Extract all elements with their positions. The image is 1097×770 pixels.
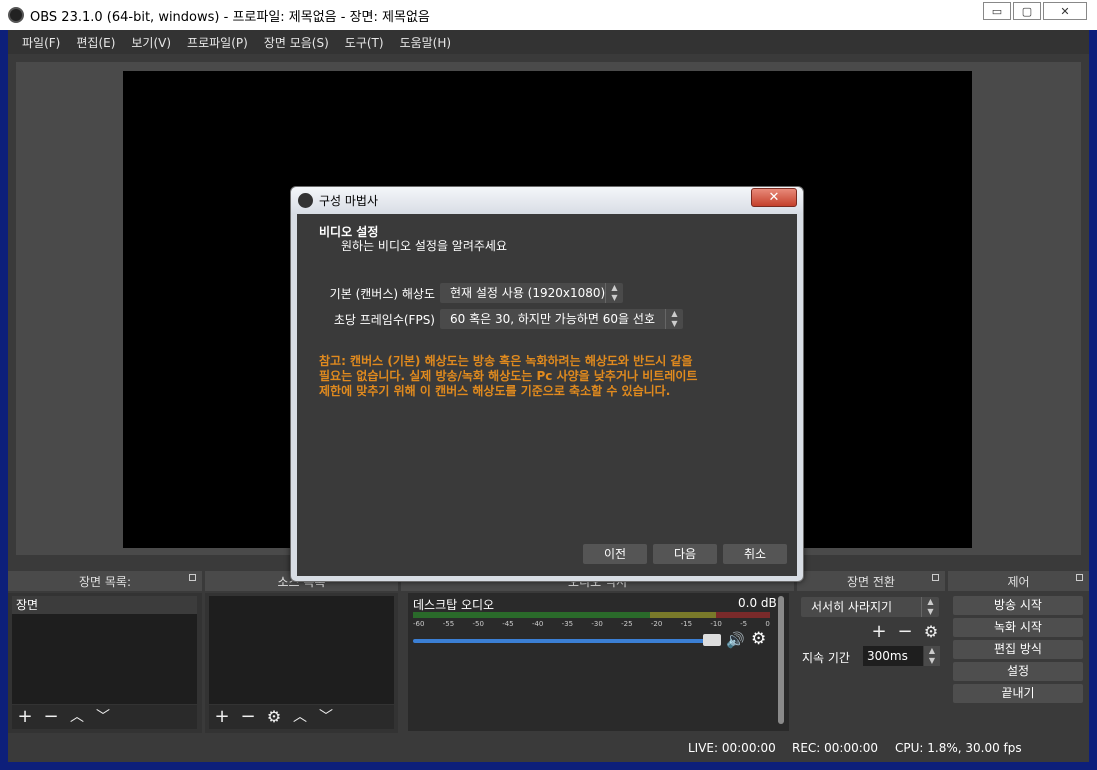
dialog-title: 구성 마법사: [319, 193, 379, 208]
maximize-button[interactable]: ▢: [1013, 2, 1041, 20]
menu-help[interactable]: 도움말(H): [392, 34, 460, 51]
duration-label: 지속 기간: [802, 651, 850, 665]
dialog-close-button[interactable]: ✕: [751, 188, 797, 207]
transitions-dock-title: 장면 전환: [847, 574, 895, 589]
transitions-dock-header: 장면 전환: [797, 571, 945, 591]
menu-bar: 파일(F) 편집(E) 보기(V) 프로파일(P) 장면 모음(S) 도구(T)…: [8, 30, 1089, 54]
status-bar: LIVE: 00:00:00 REC: 00:00:00 CPU: 1.8%, …: [8, 736, 1089, 762]
remove-icon[interactable]: −: [892, 620, 918, 644]
mixer-scrollbar[interactable]: [778, 596, 784, 724]
volume-slider-handle[interactable]: [703, 634, 721, 646]
duration-stepper[interactable]: ▲ ▼: [924, 646, 940, 666]
obs-logo-icon: [8, 7, 24, 23]
gear-icon[interactable]: ⚙: [261, 705, 287, 729]
resolution-select[interactable]: 현재 설정 사용 (1920x1080) ▲ ▼: [440, 283, 623, 303]
window-title: OBS 23.1.0 (64-bit, windows) - 프로파일: 제목없…: [30, 9, 430, 25]
move-up-icon[interactable]: ︿: [287, 705, 313, 729]
resolution-label: 기본 (캔버스) 해상도: [329, 287, 435, 301]
scenes-toolbar: + − ︿ ﹀: [12, 705, 197, 729]
speaker-icon[interactable]: 🔊: [726, 631, 745, 649]
start-recording-button[interactable]: 녹화 시작: [953, 618, 1083, 637]
volume-slider[interactable]: [413, 639, 713, 643]
next-button[interactable]: 다음: [653, 544, 717, 564]
move-down-icon[interactable]: ﹀: [313, 705, 339, 729]
back-button[interactable]: 이전: [583, 544, 647, 564]
dialog-body: 비디오 설정 원하는 비디오 설정을 알려주세요 기본 (캔버스) 해상도 현재…: [297, 214, 797, 576]
chevron-updown-icon[interactable]: ▲ ▼: [921, 597, 939, 617]
sources-dock: + − ⚙ ︿ ﹀: [205, 593, 398, 733]
menu-scene-collection[interactable]: 장면 모음(S): [256, 34, 337, 51]
minimize-button[interactable]: ▭: [983, 2, 1011, 20]
menu-profile[interactable]: 프로파일(P): [179, 34, 256, 51]
menu-edit[interactable]: 편집(E): [68, 34, 123, 51]
obs-logo-icon: [298, 192, 313, 208]
gear-icon[interactable]: ⚙: [918, 620, 944, 644]
move-down-icon[interactable]: ﹀: [90, 705, 116, 729]
add-icon[interactable]: +: [209, 705, 235, 729]
remove-icon[interactable]: −: [235, 705, 261, 729]
rec-status: REC: 00:00:00: [792, 741, 879, 755]
settings-button[interactable]: 설정: [953, 662, 1083, 681]
scenes-dock-title: 장면 목록:: [78, 574, 132, 589]
sources-toolbar: + − ⚙ ︿ ﹀: [209, 705, 394, 729]
sources-list[interactable]: [209, 596, 394, 704]
scenes-dock: 장면 + − ︿ ﹀: [8, 593, 202, 733]
cpu-status: CPU: 1.8%, 30.00 fps: [895, 741, 1022, 755]
live-status: LIVE: 00:00:00: [688, 741, 776, 755]
float-icon[interactable]: [189, 574, 196, 581]
page-subtitle: 원하는 비디오 설정을 알려주세요: [341, 239, 508, 253]
add-icon[interactable]: +: [866, 620, 892, 644]
menu-view[interactable]: 보기(V): [123, 34, 179, 51]
transition-select[interactable]: 서서히 사라지기 ▲ ▼: [801, 597, 939, 617]
menu-tools[interactable]: 도구(T): [337, 34, 392, 51]
fps-select[interactable]: 60 혹은 30, 하지만 가능하면 60을 선호 ▲ ▼: [440, 309, 683, 329]
meter-ticks: -60 -55 -50 -45 -40 -35 -30 -25 -20 -15 -10 -5 0: [413, 620, 770, 628]
close-button[interactable]: ✕: [1043, 2, 1087, 20]
title-bar: OBS 23.1.0 (64-bit, windows) - 프로파일: 제목없…: [0, 0, 1097, 30]
controls-dock-header: 제어: [948, 571, 1089, 591]
move-up-icon[interactable]: ︿: [64, 705, 90, 729]
volume-meter: [413, 612, 770, 618]
audio-mixer: 데스크탑 오디오 0.0 dB -60 -55 -50 -45 -40 -35 -30 -25…: [408, 593, 789, 731]
mixer-db-value: 0.0 dB: [738, 596, 777, 610]
start-streaming-button[interactable]: 방송 시작: [953, 596, 1083, 615]
dialog-title-bar: 구성 마법사 ✕: [291, 187, 803, 213]
config-wizard-dialog: 구성 마법사 ✕ 비디오 설정 원하는 비디오 설정을 알려주세요 기본 (캔버…: [290, 186, 804, 582]
fps-label: 초당 프레임수(FPS): [333, 313, 435, 327]
exit-button[interactable]: 끝내기: [953, 684, 1083, 703]
remove-icon[interactable]: −: [38, 705, 64, 729]
gear-icon[interactable]: ⚙: [751, 629, 766, 649]
transition-toolbar: + − ⚙: [866, 620, 944, 644]
studio-mode-button[interactable]: 편집 방식: [953, 640, 1083, 659]
chevron-updown-icon[interactable]: ▲ ▼: [665, 309, 683, 329]
scenes-dock-header: 장면 목록:: [8, 571, 202, 591]
duration-input[interactable]: 300ms: [863, 646, 923, 666]
add-icon[interactable]: +: [12, 705, 38, 729]
mixer-channel-name: 데스크탑 오디오: [413, 598, 495, 612]
obs-window: OBS 23.1.0 (64-bit, windows) - 프로파일: 제목없…: [0, 0, 1097, 770]
cancel-button[interactable]: 취소: [723, 544, 787, 564]
list-item[interactable]: 장면: [12, 596, 197, 614]
float-icon[interactable]: [1076, 574, 1083, 581]
chevron-updown-icon[interactable]: ▲ ▼: [605, 283, 623, 303]
menu-file[interactable]: 파일(F): [14, 34, 68, 51]
controls-dock-title: 제어: [1007, 574, 1030, 589]
float-icon[interactable]: [932, 574, 939, 581]
resolution-note: 참고: 캔버스 (기본) 해상도는 방송 혹은 녹화하려는 해상도와 반드시 같…: [319, 354, 698, 398]
scenes-list[interactable]: 장면: [12, 596, 197, 704]
